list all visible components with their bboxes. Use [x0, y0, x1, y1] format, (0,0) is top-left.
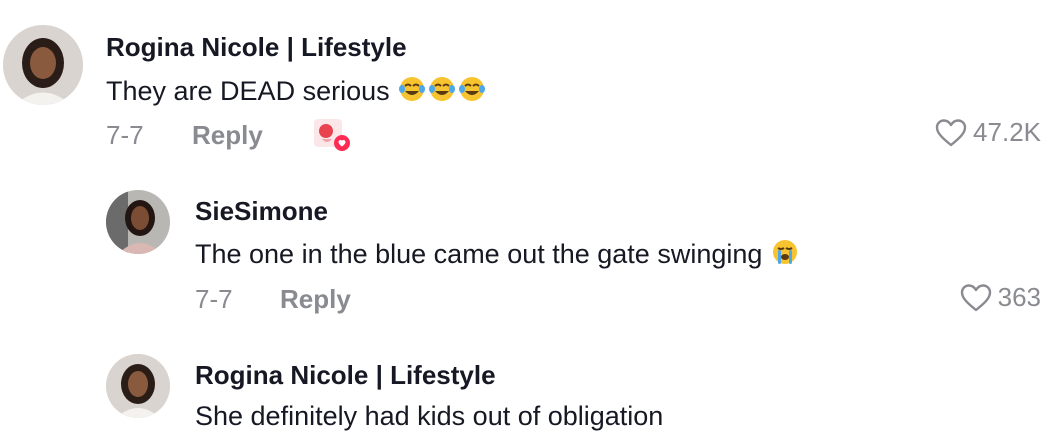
heart-icon	[935, 118, 967, 146]
avatar[interactable]	[3, 25, 83, 105]
reply-button[interactable]: Reply	[280, 284, 351, 315]
comment-text: She definitely had kids out of obligatio…	[195, 401, 664, 431]
comment-author[interactable]: Rogina Nicole | Lifestyle	[195, 360, 496, 391]
like-button[interactable]: 363	[960, 282, 1041, 313]
reply-button[interactable]: Reply	[192, 120, 263, 151]
avatar[interactable]	[106, 190, 170, 254]
comment-author[interactable]: SieSimone	[195, 196, 328, 227]
face-with-tears-of-joy-icon	[427, 74, 457, 104]
emoji-group	[397, 74, 487, 104]
comment-date: 7-7	[195, 284, 233, 314]
comment-text: The one in the blue came out the gate sw…	[195, 237, 800, 270]
like-count: 363	[997, 282, 1041, 312]
comment-text-body: The one in the blue came out the gate sw…	[195, 239, 763, 269]
face-with-tears-of-joy-icon	[457, 74, 487, 104]
heart-icon	[960, 283, 991, 311]
like-button[interactable]: 47.2K	[935, 117, 1041, 148]
avatar-image	[106, 190, 170, 254]
avatar-image	[3, 25, 83, 105]
avatar-image	[106, 354, 170, 418]
creator-avatar-icon	[314, 119, 350, 151]
comment-text: They are DEAD serious	[106, 74, 487, 107]
comment-date: 7-7	[106, 120, 144, 150]
comment-author[interactable]: Rogina Nicole | Lifestyle	[106, 32, 407, 63]
liked-by-creator-badge	[312, 117, 356, 153]
like-count: 47.2K	[973, 117, 1041, 147]
loudly-crying-face-icon	[770, 237, 800, 267]
comment-text-body: They are DEAD serious	[106, 76, 390, 106]
avatar[interactable]	[106, 354, 170, 418]
face-with-tears-of-joy-icon	[397, 74, 427, 104]
